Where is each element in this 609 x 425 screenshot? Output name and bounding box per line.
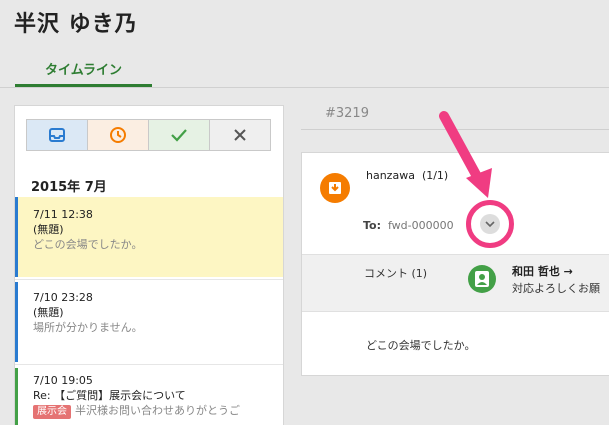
filter-done-button[interactable] [149,120,210,150]
item-time: 7/10 19:05 [33,374,93,387]
to-address: fwd-000000 [388,219,454,232]
sender-username: hanzawa [366,169,415,182]
inbox-download-icon [329,182,341,194]
timeline-panel: 2015年 7月 7/11 12:38 (無題) どこの会場でしたか。 7/10… [14,105,284,425]
item-divider [15,364,283,365]
month-heading: 2015年 7月 [31,180,107,195]
item-subject: (無題) [33,223,64,236]
message-body: どこの会場でしたか。 [366,339,476,352]
inbox-icon [49,128,65,142]
item-tag: 展示会 [33,405,71,419]
item-preview: 半沢様お問い合わせありがとうご [75,404,240,417]
item-preview-row: 展示会 半沢様お問い合わせありがとうご [33,403,283,419]
to-label: To: [363,219,381,232]
timeline-item[interactable]: 7/10 19:05 Re: 【ご質問】展示会について 展示会 半沢様お問い合わせ… [15,368,283,425]
item-time: 7/10 23:28 [33,291,93,304]
filter-bar [26,119,271,151]
item-subject: (無題) [33,306,64,319]
comment-text: 対応よろしくお願 [512,282,600,295]
sender-avatar [320,173,350,203]
annotation-highlight-ring [466,200,514,248]
item-divider [15,279,283,280]
timeline-item[interactable]: 7/10 23:28 (無題) 場所が分かりません。 [15,282,283,362]
comment-author: 和田 哲也 → [512,265,573,278]
item-time: 7/11 12:38 [33,208,93,221]
ticket-id: #3219 [325,106,369,121]
check-icon [171,129,187,142]
filter-pending-button[interactable] [88,120,149,150]
user-icon [475,271,489,287]
item-preview: 場所が分かりません。 [33,321,143,334]
item-subject: Re: 【ご質問】展示会について [33,389,186,402]
filter-closed-button[interactable] [210,120,270,150]
filter-inbox-button[interactable] [27,120,88,150]
annotation-arrow [439,111,492,198]
close-icon [234,129,246,141]
commenter-avatar [468,265,496,293]
item-preview: どこの会場でしたか。 [33,238,143,251]
page-title: 半沢 ゆき乃 [14,12,138,37]
comment-count-label: コメント (1) [364,267,428,280]
page-header: 半沢 ゆき乃 タイムライン [0,0,609,92]
timeline-item[interactable]: 7/11 12:38 (無題) どこの会場でしたか。 [15,197,283,277]
clock-icon [110,127,126,143]
comment-section: コメント (1) 和田 哲也 → 対応よろしくお願 [302,254,609,312]
header-divider [0,87,609,88]
